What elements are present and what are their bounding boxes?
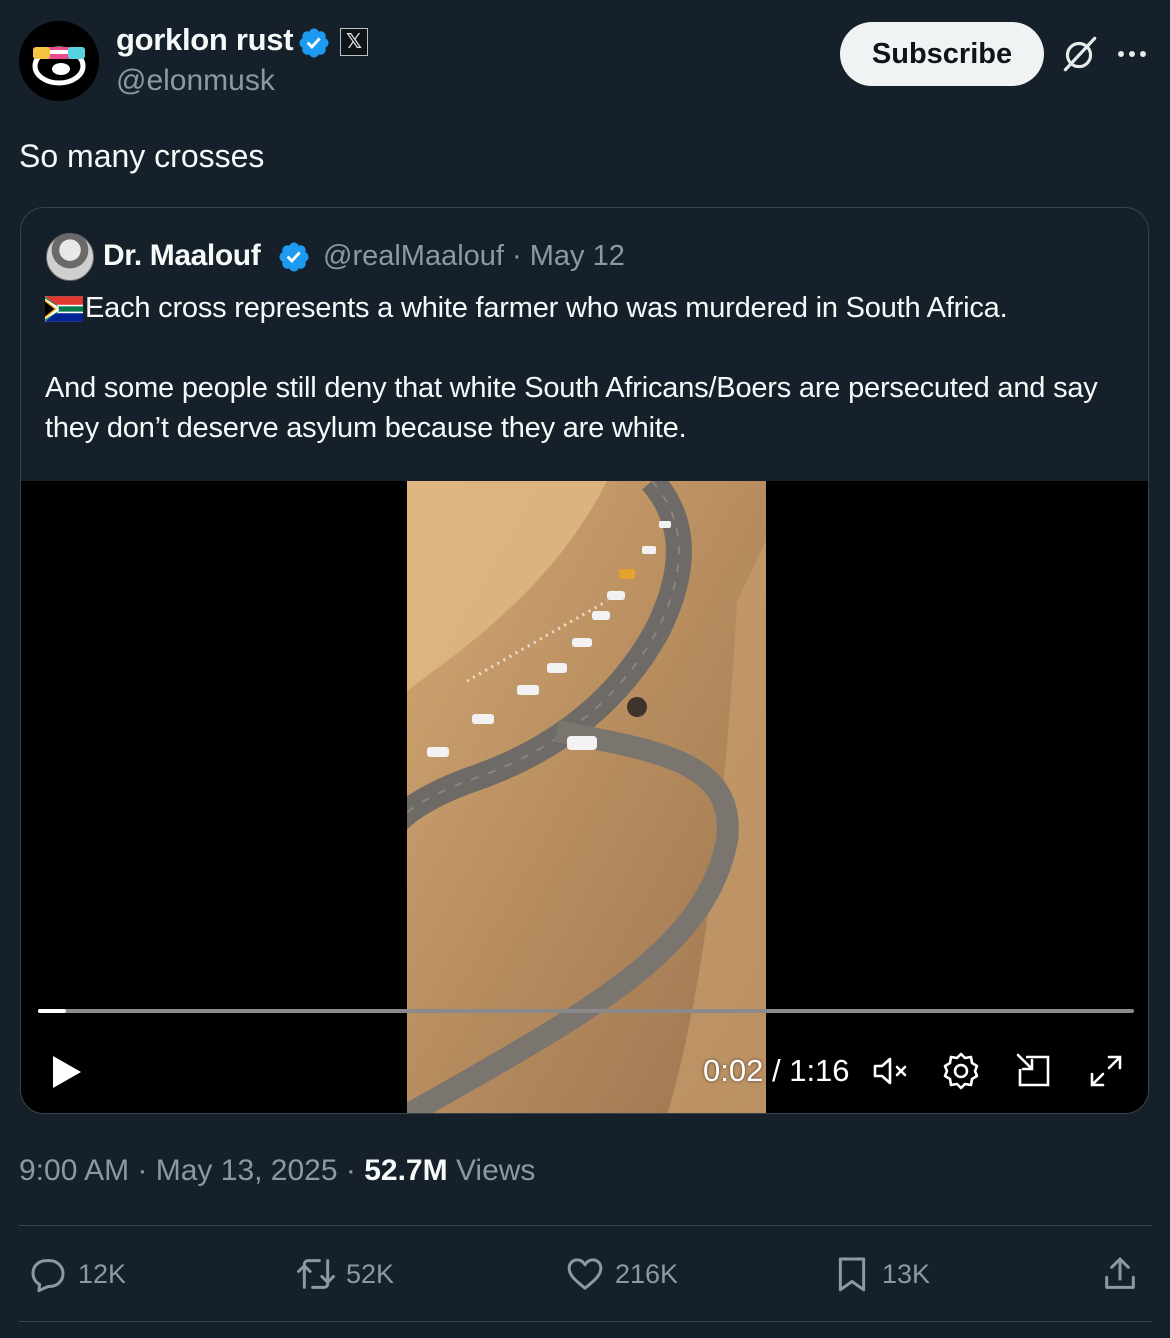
views-label: Views xyxy=(455,1154,536,1187)
like-button[interactable]: 216K xyxy=(565,1254,678,1294)
quoted-meta: @realMaalouf · May 12 xyxy=(323,240,625,273)
mute-icon[interactable] xyxy=(871,1051,911,1091)
author-handle[interactable]: @elonmusk xyxy=(116,64,275,98)
settings-icon[interactable] xyxy=(941,1051,981,1091)
video-player[interactable]: 0:02 / 1:16 xyxy=(21,481,1148,1113)
quoted-tweet-card[interactable]: Dr. Maalouf @realMaalouf · May 12 Each c… xyxy=(20,207,1149,1114)
video-frame xyxy=(407,481,766,1113)
tweet-text: So many crosses xyxy=(19,138,265,174)
repost-icon xyxy=(297,1259,335,1289)
tweet-time[interactable]: 9:00 AM xyxy=(19,1154,129,1187)
video-progress-fill xyxy=(38,1009,67,1013)
avatar-image xyxy=(19,21,99,101)
like-count: 216K xyxy=(615,1258,679,1289)
bookmark-button[interactable]: 13K xyxy=(832,1254,930,1294)
share-button[interactable] xyxy=(1100,1254,1140,1294)
tweet-timestamp: 9:00 AM · May 13, 2025 · 52.7M Views xyxy=(19,1154,535,1188)
divider xyxy=(19,1225,1152,1226)
bookmark-icon xyxy=(838,1257,866,1292)
video-time-readout: 0:02 / 1:16 xyxy=(703,1053,850,1089)
quoted-date[interactable]: May 12 xyxy=(530,240,625,272)
video-duration: 1:16 xyxy=(789,1053,850,1088)
author-avatar[interactable] xyxy=(19,21,99,101)
play-icon[interactable] xyxy=(51,1055,83,1089)
time-separator: / xyxy=(771,1053,790,1088)
quoted-paragraph-1-text: Each cross represents a white farmer who… xyxy=(85,292,1008,324)
meta-separator: · xyxy=(512,240,530,272)
x-affiliation-badge[interactable]: 𝕏 xyxy=(340,28,368,56)
quoted-paragraph-2: And some people still deny that white So… xyxy=(45,372,1098,444)
grok-icon[interactable] xyxy=(1058,33,1100,75)
meta-separator: · xyxy=(345,1154,365,1187)
repost-count: 52K xyxy=(346,1258,395,1289)
popout-icon[interactable] xyxy=(1014,1051,1054,1091)
subscribe-button[interactable]: Subscribe xyxy=(840,22,1044,86)
heart-icon xyxy=(567,1258,603,1290)
tweet-date[interactable]: May 13, 2025 xyxy=(156,1154,338,1187)
repost-button[interactable]: 52K xyxy=(296,1254,394,1294)
reply-icon xyxy=(31,1259,65,1293)
meta-separator: · xyxy=(137,1154,156,1187)
divider xyxy=(19,1321,1152,1322)
share-icon xyxy=(1105,1257,1135,1289)
aerial-road-image xyxy=(407,481,766,1113)
quoted-author-avatar[interactable] xyxy=(46,233,94,281)
south-africa-flag-icon xyxy=(45,296,83,322)
verified-badge-icon xyxy=(299,28,329,58)
video-current-time: 0:02 xyxy=(703,1053,764,1088)
bookmark-count: 13K xyxy=(882,1258,931,1289)
more-icon[interactable] xyxy=(1115,38,1149,70)
quoted-verified-badge-icon xyxy=(279,242,309,272)
views-count: 52.7M xyxy=(364,1154,448,1187)
video-progress-track[interactable] xyxy=(38,1009,1134,1013)
reply-button[interactable]: 12K xyxy=(28,1254,126,1294)
quoted-author-handle[interactable]: @realMaalouf xyxy=(323,240,504,272)
quoted-tweet-text: Each cross represents a white farmer who… xyxy=(45,288,1125,488)
quoted-paragraph-1: Each cross represents a white farmer who… xyxy=(45,288,1125,328)
reply-count: 12K xyxy=(78,1258,127,1289)
fullscreen-icon[interactable] xyxy=(1086,1051,1126,1091)
author-display-name[interactable]: gorklon rust xyxy=(116,22,294,58)
quoted-author-name[interactable]: Dr. Maalouf xyxy=(103,239,261,273)
